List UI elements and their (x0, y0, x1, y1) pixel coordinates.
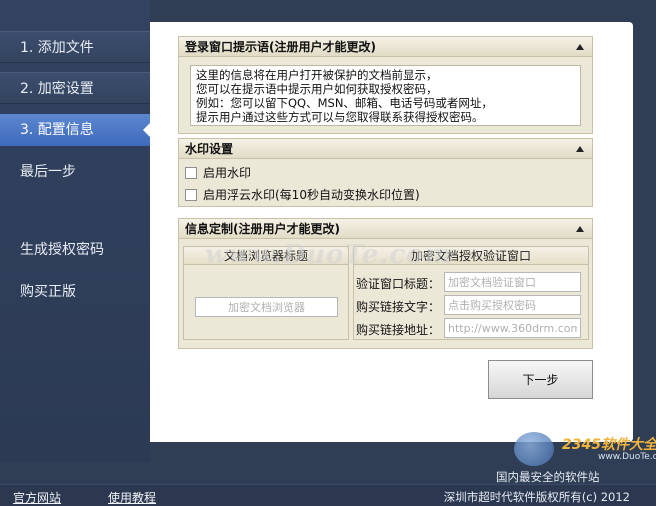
buy-link-text-label: 购买链接文字： (356, 300, 441, 314)
sidebar: 1. 添加文件 2. 加密设置 3. 配置信息 最后一步 生成授权密码 购买正版 (0, 0, 151, 462)
mascot-icon (514, 432, 554, 466)
enable-watermark-row[interactable]: 启用水印 (185, 165, 251, 181)
sidebar-item-label: 生成授权密码 (20, 242, 104, 258)
floating-watermark-checkbox[interactable] (185, 189, 197, 201)
footer: 官方网站 使用教程 深圳市超时代软件版权所有(c) 2012 (0, 484, 656, 506)
logo-slogan: 国内最安全的软件站 (496, 470, 600, 484)
enable-watermark-label: 启用水印 (203, 166, 252, 180)
sidebar-item-generate-password[interactable]: 生成授权密码 (0, 234, 150, 266)
sidebar-item-add-files[interactable]: 1. 添加文件 (0, 31, 150, 63)
verify-title-label: 验证窗口标题： (356, 277, 441, 291)
sidebar-item-label: 购买正版 (20, 284, 76, 300)
hint-line: 提示用户通过这些方式可以与您取得联系获得授权密码。 (196, 110, 484, 124)
custom-info-header[interactable]: 信息定制(注册用户才能更改) (179, 219, 592, 239)
login-hint-section: 登录窗口提示语(注册用户才能更改) 这里的信息将在用户打开被保护的文档前显示， … (178, 36, 593, 134)
section-title: 水印设置 (185, 142, 234, 156)
site-watermark: www.DuoTe.com (205, 240, 454, 270)
sidebar-item-label: 2. 加密设置 (20, 81, 94, 97)
sidebar-item-label: 1. 添加文件 (20, 40, 94, 56)
sidebar-item-config-info[interactable]: 3. 配置信息 (0, 114, 151, 146)
enable-watermark-checkbox[interactable] (185, 167, 197, 179)
verify-title-input[interactable] (444, 272, 581, 292)
sidebar-item-encrypt-settings[interactable]: 2. 加密设置 (0, 72, 150, 104)
collapse-icon[interactable] (576, 226, 584, 232)
official-site-link[interactable]: 官方网站 (13, 489, 61, 506)
logo-brand: 2345软件大全 (562, 437, 656, 453)
collapse-icon[interactable] (576, 44, 584, 50)
copyright-text: 深圳市超时代软件版权所有(c) 2012 (443, 490, 630, 504)
watermark-section: 水印设置 启用水印 启用浮云水印(每10秒自动变换水印位置) (178, 138, 593, 207)
sidebar-item-label: 最后一步 (20, 164, 76, 180)
hint-line: 例如：您可以留下QQ、MSN、邮箱、电话号码或者网址， (196, 96, 493, 110)
hint-line: 您可以在提示语中提示用户如何获取授权密码， (196, 82, 438, 96)
login-hint-header[interactable]: 登录窗口提示语(注册用户才能更改) (179, 37, 592, 57)
hint-textarea[interactable]: 这里的信息将在用户打开被保护的文档前显示， 您可以在提示语中提示用户如何获取授权… (190, 65, 581, 126)
watermark-header[interactable]: 水印设置 (179, 139, 592, 159)
buy-link-url-label: 购买链接地址： (356, 323, 441, 337)
sidebar-item-buy[interactable]: 购买正版 (0, 276, 150, 308)
section-title: 登录窗口提示语(注册用户才能更改) (185, 40, 376, 54)
main-panel: 登录窗口提示语(注册用户才能更改) 这里的信息将在用户打开被保护的文档前显示， … (150, 22, 633, 442)
sidebar-item-label: 3. 配置信息 (20, 122, 94, 138)
custom-info-section: 信息定制(注册用户才能更改) 文档浏览器标题 加密文档授权验证窗口 验证窗口标题… (178, 218, 593, 349)
tutorial-link[interactable]: 使用教程 (108, 489, 156, 506)
floating-watermark-row[interactable]: 启用浮云水印(每10秒自动变换水印位置) (185, 187, 420, 203)
hint-line: 这里的信息将在用户打开被保护的文档前显示， (196, 68, 438, 82)
next-step-button[interactable]: 下一步 (488, 360, 593, 399)
floating-watermark-label: 启用浮云水印(每10秒自动变换水印位置) (203, 188, 420, 202)
section-title: 信息定制(注册用户才能更改) (185, 222, 340, 236)
buy-link-text-input[interactable] (444, 295, 581, 315)
sidebar-item-final-step[interactable]: 最后一步 (0, 156, 150, 188)
buy-link-url-input[interactable] (444, 318, 581, 338)
collapse-icon[interactable] (576, 146, 584, 152)
browser-title-input[interactable] (195, 297, 338, 317)
logo-url: www.DuoTe.com (598, 452, 656, 462)
